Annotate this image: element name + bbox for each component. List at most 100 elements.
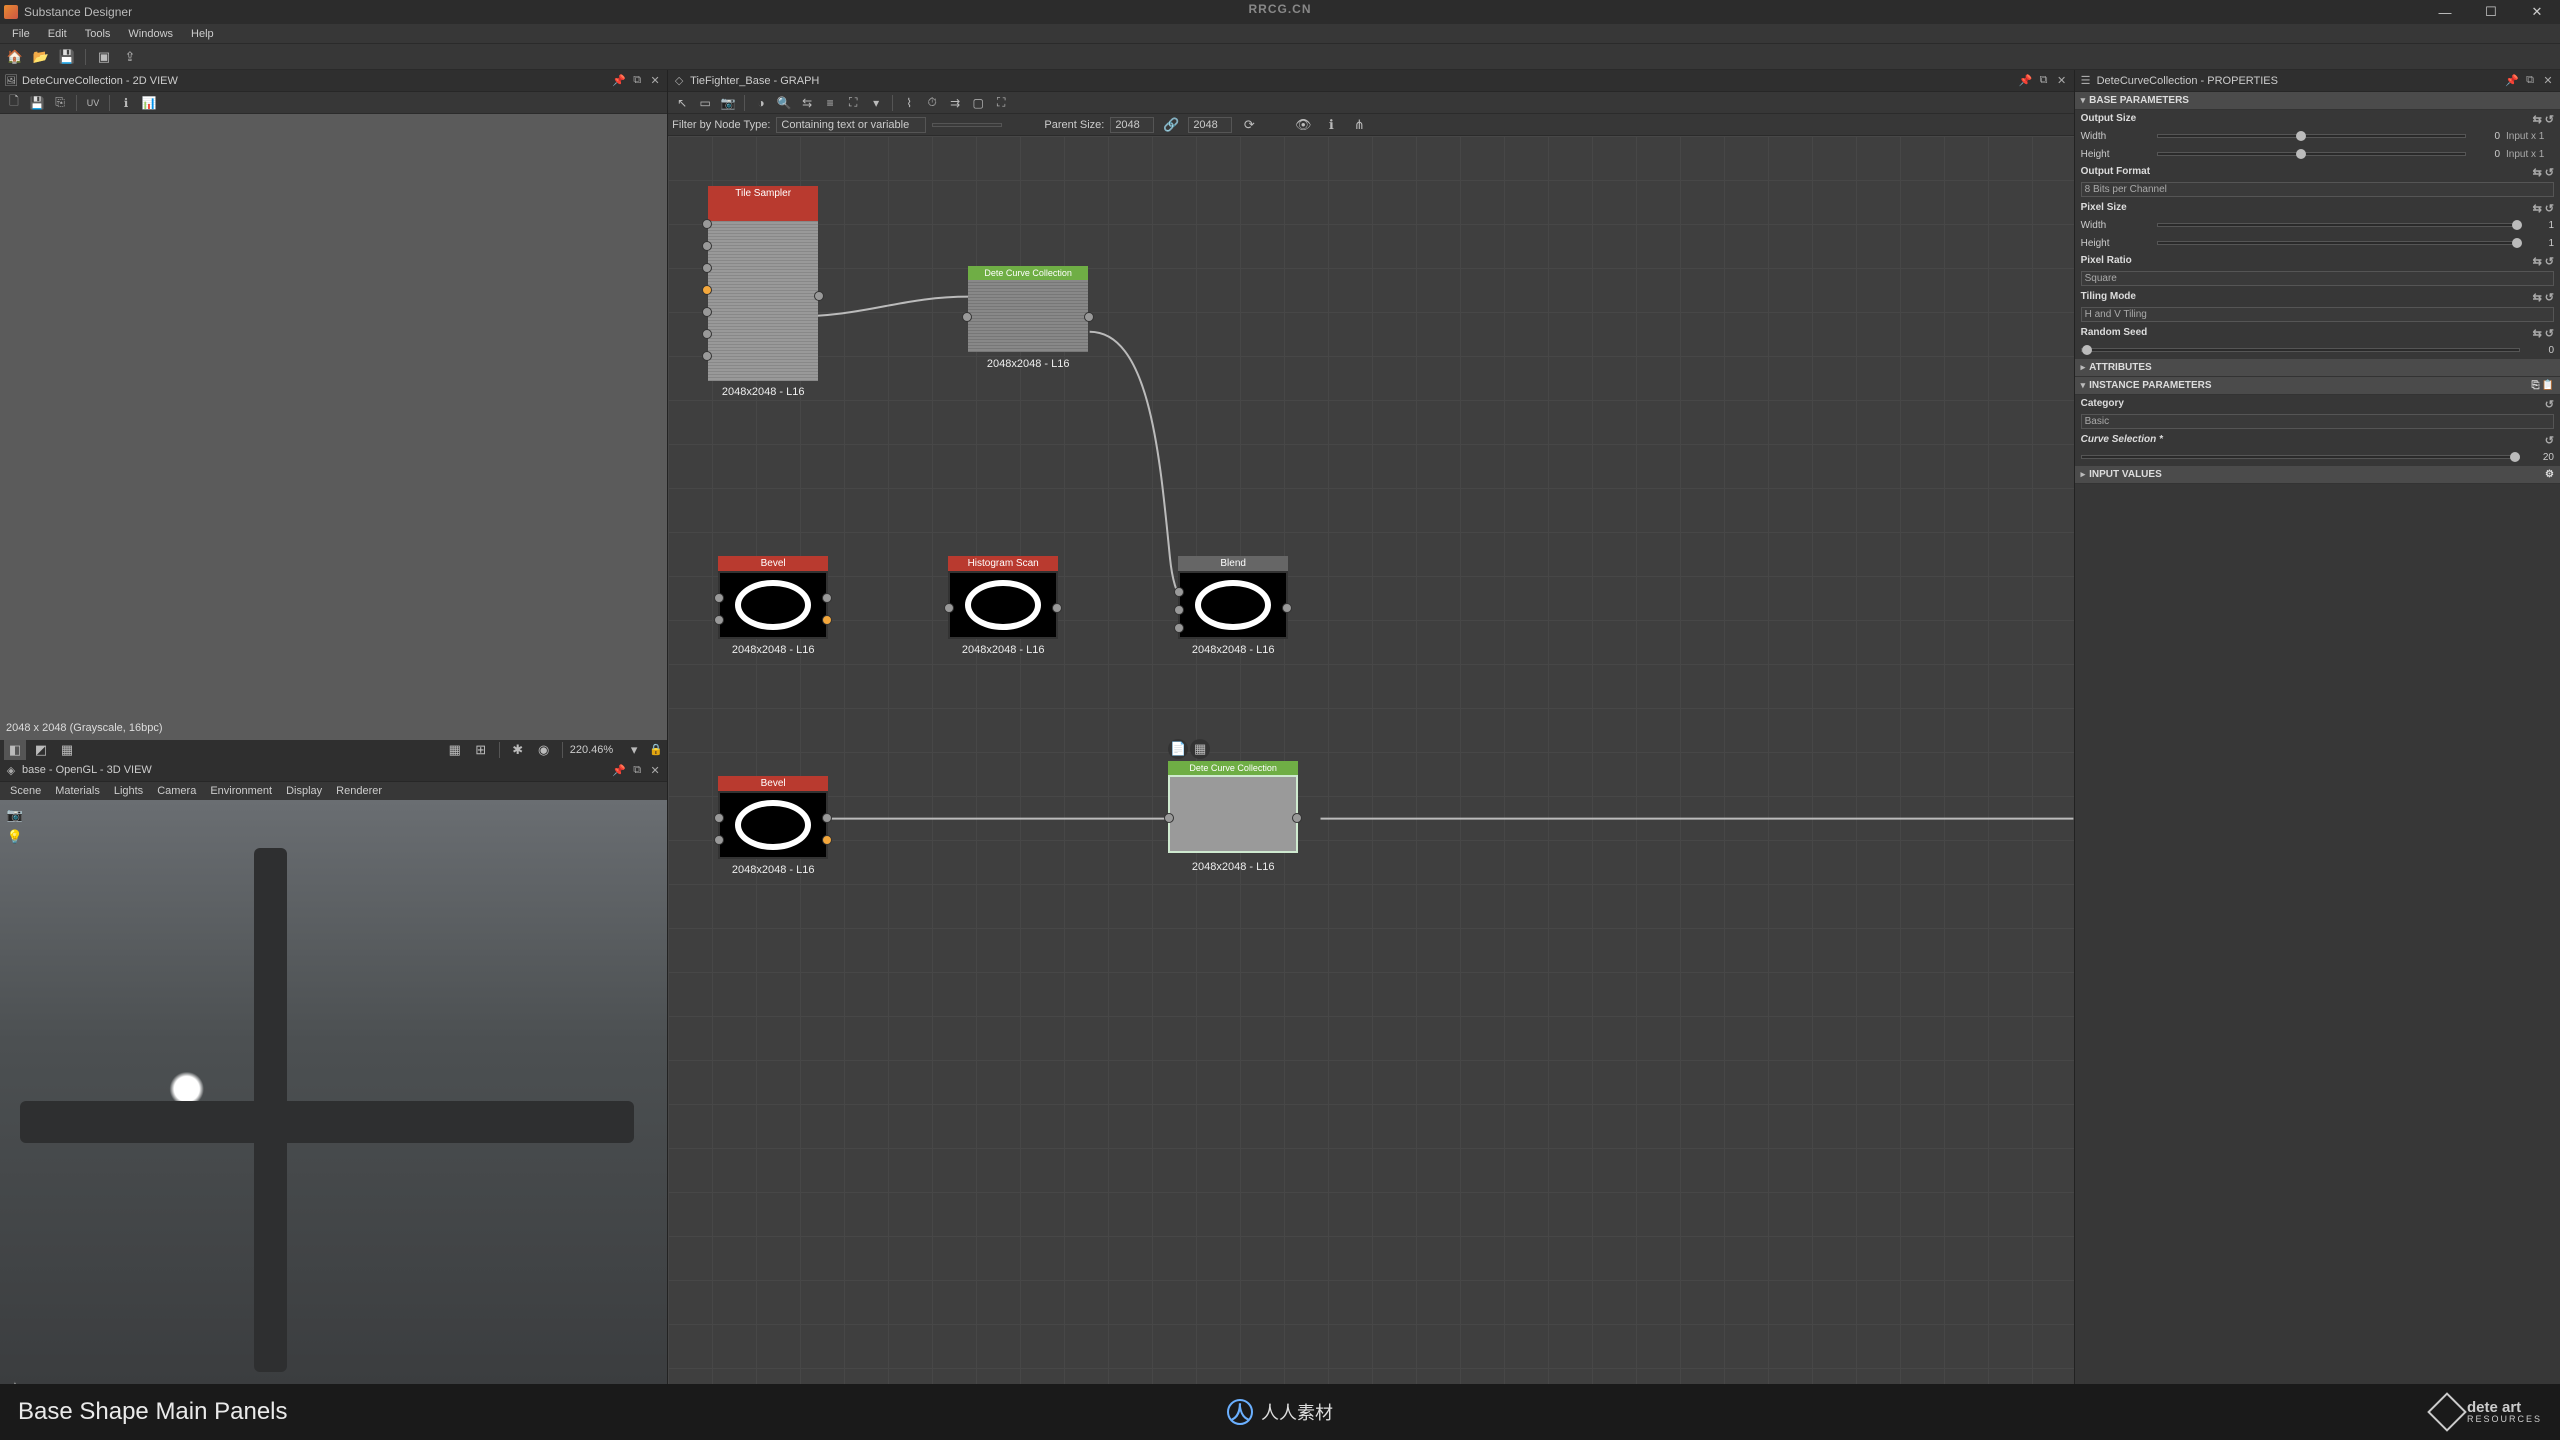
lock-icon[interactable]: 🔒 <box>649 743 663 757</box>
value-output-height[interactable]: 0 <box>2472 149 2500 160</box>
save-all-icon[interactable]: ▣ <box>93 46 115 68</box>
value-pixel-width[interactable]: 1 <box>2526 220 2554 231</box>
menu3d-scene[interactable]: Scene <box>4 784 47 798</box>
value-output-width[interactable]: 0 <box>2472 131 2500 142</box>
pin-icon[interactable]: 📌 <box>2018 73 2034 89</box>
zoom-dropdown-icon[interactable]: ▾ <box>623 739 645 761</box>
menu-windows[interactable]: Windows <box>120 26 181 42</box>
menu3d-camera[interactable]: Camera <box>151 784 202 798</box>
reset-icon[interactable]: ↺ <box>2545 202 2554 215</box>
autolayout-icon[interactable]: ⇆ <box>797 93 817 113</box>
snapshot-icon[interactable]: 📷 <box>718 93 738 113</box>
slider-output-width[interactable] <box>2157 134 2466 138</box>
gear-icon[interactable]: ⚙ <box>2545 469 2554 480</box>
menu-file[interactable]: File <box>4 26 38 42</box>
parent-height-select[interactable]: 2048 <box>1188 117 1232 133</box>
info-icon[interactable]: ℹ <box>116 93 136 113</box>
save-icon[interactable]: 💾 <box>56 46 78 68</box>
pin-icon[interactable]: 📌 <box>611 762 627 778</box>
value-curve-selection[interactable]: 20 <box>2526 452 2554 463</box>
export-icon[interactable]: ⇪ <box>119 46 141 68</box>
reset-zoom-icon[interactable]: ⛶ <box>843 93 863 113</box>
cursor-icon[interactable]: ↖ <box>672 93 692 113</box>
home-icon[interactable]: 🏠 <box>4 46 26 68</box>
node-bevel-1[interactable]: Bevel 2048x2048 - L16 <box>718 556 828 639</box>
select-tiling-mode[interactable]: H and V Tiling <box>2081 307 2554 322</box>
menu3d-display[interactable]: Display <box>280 784 328 798</box>
tiling-icon[interactable]: ⊞ <box>470 739 492 761</box>
node-bevel-2[interactable]: Bevel 2048x2048 - L16 <box>718 776 828 859</box>
link-icon[interactable]: ⇆ <box>2533 113 2542 126</box>
node-histogram-scan[interactable]: Histogram Scan 2048x2048 - L16 <box>948 556 1058 639</box>
snap-icon[interactable]: ✱ <box>507 739 529 761</box>
expand-icon[interactable]: ⛶ <box>991 93 1011 113</box>
popout-icon[interactable]: ⧉ <box>629 762 645 778</box>
eye-icon[interactable]: 👁 <box>1292 114 1314 136</box>
menu-edit[interactable]: Edit <box>40 26 75 42</box>
copy-icon[interactable]: ⎘ <box>2532 380 2540 391</box>
select-category[interactable]: Basic <box>2081 414 2554 429</box>
info-icon[interactable]: ℹ <box>1320 114 1342 136</box>
close-panel-icon[interactable]: ✕ <box>2054 73 2070 89</box>
refresh-icon[interactable]: ⟳ <box>1238 114 1260 136</box>
slider-pixel-height[interactable] <box>2157 241 2520 245</box>
menu-help[interactable]: Help <box>183 26 222 42</box>
node-tile-sampler[interactable]: Tile Sampler 2048x2048 - L16 <box>708 186 818 381</box>
link-icon[interactable]: ⇆ <box>2533 291 2542 304</box>
close-panel-icon[interactable]: ✕ <box>647 762 663 778</box>
section-instance-parameters[interactable]: ▾ INSTANCE PARAMETERS ⎘ 📋 <box>2075 377 2560 395</box>
menu3d-materials[interactable]: Materials <box>49 784 106 798</box>
select-pixel-ratio[interactable]: Square <box>2081 271 2554 286</box>
slider-curve-selection[interactable] <box>2081 455 2520 459</box>
pin-icon[interactable]: 📌 <box>611 73 627 89</box>
close-button[interactable]: ✕ <box>2514 0 2560 24</box>
open-icon[interactable]: 📂 <box>30 46 52 68</box>
paste-icon[interactable]: 📋 <box>2542 380 2554 391</box>
menu3d-renderer[interactable]: Renderer <box>330 784 388 798</box>
reset-icon[interactable]: ↺ <box>2545 291 2554 304</box>
pin-icon[interactable]: 📌 <box>2504 73 2520 89</box>
highlight-icon[interactable]: ◑ <box>751 93 771 113</box>
hierarchy-icon[interactable]: ⋔ <box>1348 114 1370 136</box>
section-attributes[interactable]: ▸ ATTRIBUTES <box>2075 359 2560 377</box>
histogram-icon[interactable]: 📊 <box>139 93 159 113</box>
section-input-values[interactable]: ▸ INPUT VALUES ⚙ <box>2075 466 2560 484</box>
dropdown-icon[interactable]: ▾ <box>866 93 886 113</box>
save-image-icon[interactable]: 💾 <box>27 93 47 113</box>
link-icon[interactable]: ⇆ <box>2533 166 2542 179</box>
graph-canvas[interactable]: Tile Sampler 2048x2048 - L16 <box>668 136 2073 1422</box>
menu3d-lights[interactable]: Lights <box>108 784 149 798</box>
minimize-button[interactable]: — <box>2422 0 2468 24</box>
popout-icon[interactable]: ⧉ <box>2522 73 2538 89</box>
maximize-button[interactable]: ☐ <box>2468 0 2514 24</box>
value-random-seed[interactable]: 0 <box>2526 345 2554 356</box>
filter-type-select[interactable]: Containing text or variable <box>776 117 926 133</box>
node-view-icon[interactable]: ▦ <box>1190 739 1210 759</box>
node-blend[interactable]: Blend 2048x2048 - L16 <box>1178 556 1288 639</box>
node-pin-icon[interactable]: 📄 <box>1168 739 1188 759</box>
channel-g-icon[interactable]: ▦ <box>56 739 78 761</box>
node-curve-collection-selected[interactable]: 📄 ▦ Dete Curve Collection 2048x2048 - L1… <box>1168 761 1298 853</box>
frame-icon[interactable]: ▭ <box>695 93 715 113</box>
close-panel-icon[interactable]: ✕ <box>2540 73 2556 89</box>
reset-icon[interactable]: ↺ <box>2545 434 2554 447</box>
slider-output-height[interactable] <box>2157 152 2466 156</box>
view2d-canvas[interactable]: 2048 x 2048 (Grayscale, 16bpc) <box>0 114 667 740</box>
menu3d-environment[interactable]: Environment <box>204 784 278 798</box>
channel-r-icon[interactable]: ◩ <box>30 739 52 761</box>
uv-icon[interactable]: UV <box>83 93 103 113</box>
search-icon[interactable]: 🔍 <box>774 93 794 113</box>
popout-icon[interactable]: ⧉ <box>2036 73 2052 89</box>
grid-icon[interactable]: ▦ <box>444 739 466 761</box>
reset-icon[interactable]: ↺ <box>2545 398 2554 411</box>
slider-pixel-width[interactable] <box>2157 223 2520 227</box>
popout-icon[interactable]: ⧉ <box>629 73 645 89</box>
reset-icon[interactable]: ↺ <box>2545 255 2554 268</box>
node-curve-collection-top[interactable]: Dete Curve Collection 2048x2048 - L16 <box>968 266 1088 352</box>
select-output-format[interactable]: 8 Bits per Channel <box>2081 182 2554 197</box>
slider-random-seed[interactable] <box>2081 348 2520 352</box>
reset-icon[interactable]: ↺ <box>2545 327 2554 340</box>
value-pixel-height[interactable]: 1 <box>2526 238 2554 249</box>
center-icon[interactable]: ◉ <box>533 739 555 761</box>
link-icon[interactable]: ⇆ <box>2533 327 2542 340</box>
